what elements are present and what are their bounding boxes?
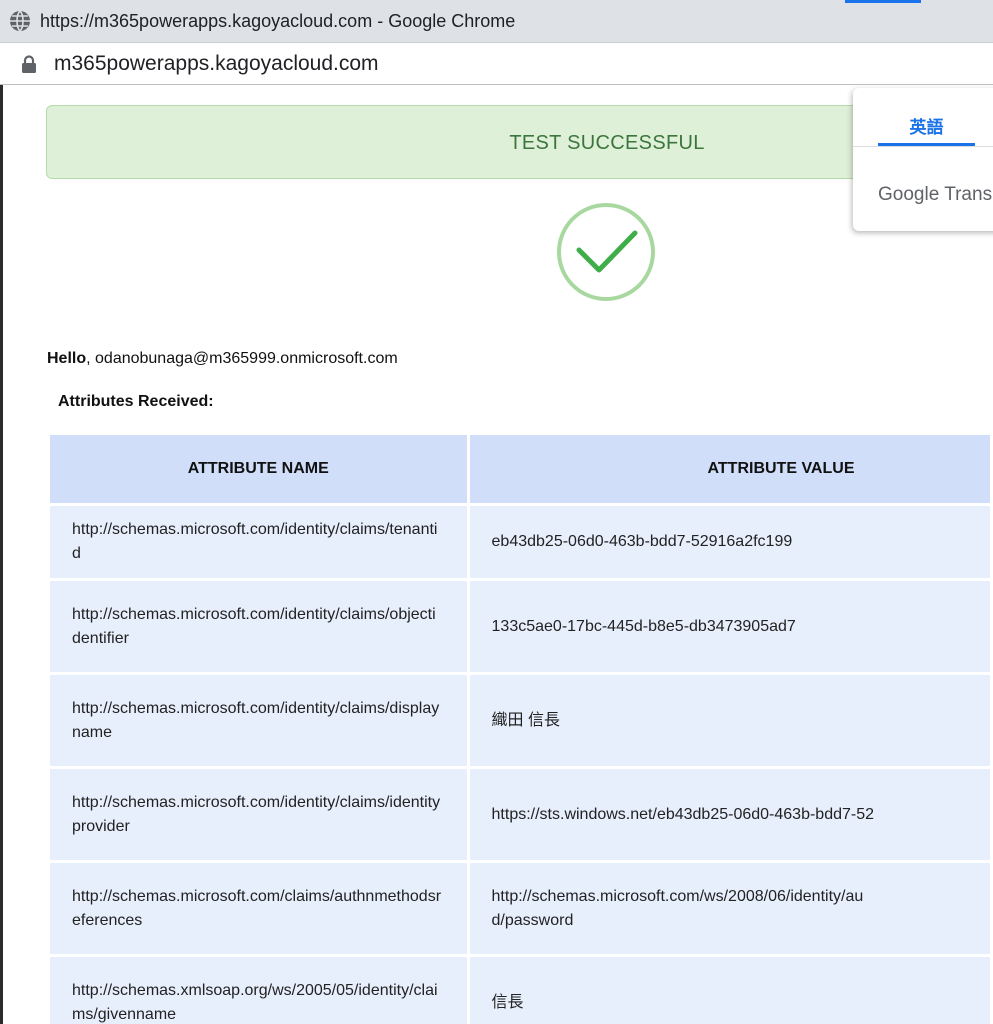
lock-icon[interactable] [21,55,37,73]
greeting: Hello, odanobunaga@m365999.onmicrosoft.c… [47,350,398,368]
attributes-table: ATTRIBUTE NAME ATTRIBUTE VALUE http://sc… [47,432,993,1024]
tab-english[interactable]: 英語 [878,113,975,138]
success-banner: TEST SUCCESSFUL [46,105,993,179]
attribute-value-cell: 織田 信長 [469,675,990,766]
table-row: http://schemas.microsoft.com/claims/auth… [50,863,990,954]
attribute-name-cell: http://schemas.xmlsoap.org/ws/2005/05/id… [50,957,467,1024]
column-header-value: ATTRIBUTE VALUE [469,435,990,503]
attribute-value-cell: eb43db25-06d0-463b-bdd7-52916a2fc199 [469,506,990,578]
page-content: TEST SUCCESSFUL Hello, odanobunaga@m3659… [3,85,993,1024]
attribute-name-cell: http://schemas.microsoft.com/identity/cl… [50,675,467,766]
table-row: http://schemas.microsoft.com/identity/cl… [50,506,990,578]
attribute-value-cell: 信長 [469,957,990,1024]
user-email: , odanobunaga@m365999.onmicrosoft.com [86,350,398,367]
attribute-name-cell: http://schemas.microsoft.com/identity/cl… [50,581,467,672]
table-header-row: ATTRIBUTE NAME ATTRIBUTE VALUE [50,435,990,503]
window-title: https://m365powerapps.kagoyacloud.com - … [40,11,516,31]
translate-popup: 英語 Google Transla [853,88,993,231]
google-translate-logo: Google Transla [878,184,993,205]
attribute-value-cell: https://sts.windows.net/eb43db25-06d0-46… [469,769,990,860]
window-accent-bar [845,0,921,3]
table-row: http://schemas.microsoft.com/identity/cl… [50,769,990,860]
table-row: http://schemas.xmlsoap.org/ws/2005/05/id… [50,957,990,1024]
attribute-name-cell: http://schemas.microsoft.com/claims/auth… [50,863,467,954]
attributes-heading: Attributes Received: [58,393,214,410]
attribute-name-cell: http://schemas.microsoft.com/identity/cl… [50,769,467,860]
table-row: http://schemas.microsoft.com/identity/cl… [50,581,990,672]
table-row: http://schemas.microsoft.com/identity/cl… [50,675,990,766]
success-message: TEST SUCCESSFUL [509,132,705,154]
url-text[interactable]: m365powerapps.kagoyacloud.com [54,52,379,76]
globe-icon [10,10,30,32]
address-bar[interactable]: m365powerapps.kagoyacloud.com [0,43,993,85]
attribute-value-cell: 133c5ae0-17bc-445d-b8e5-db3473905ad7 [469,581,990,672]
attribute-value-cell: http://schemas.microsoft.com/ws/2008/06/… [469,863,990,954]
attribute-name-cell: http://schemas.microsoft.com/identity/cl… [50,506,467,578]
column-header-name: ATTRIBUTE NAME [50,435,467,503]
check-ring [557,203,655,301]
browser-titlebar: https://m365powerapps.kagoyacloud.com - … [0,0,993,43]
checkmark-circle-icon [557,203,655,301]
translate-divider [853,146,993,147]
hello-label: Hello [47,350,87,367]
